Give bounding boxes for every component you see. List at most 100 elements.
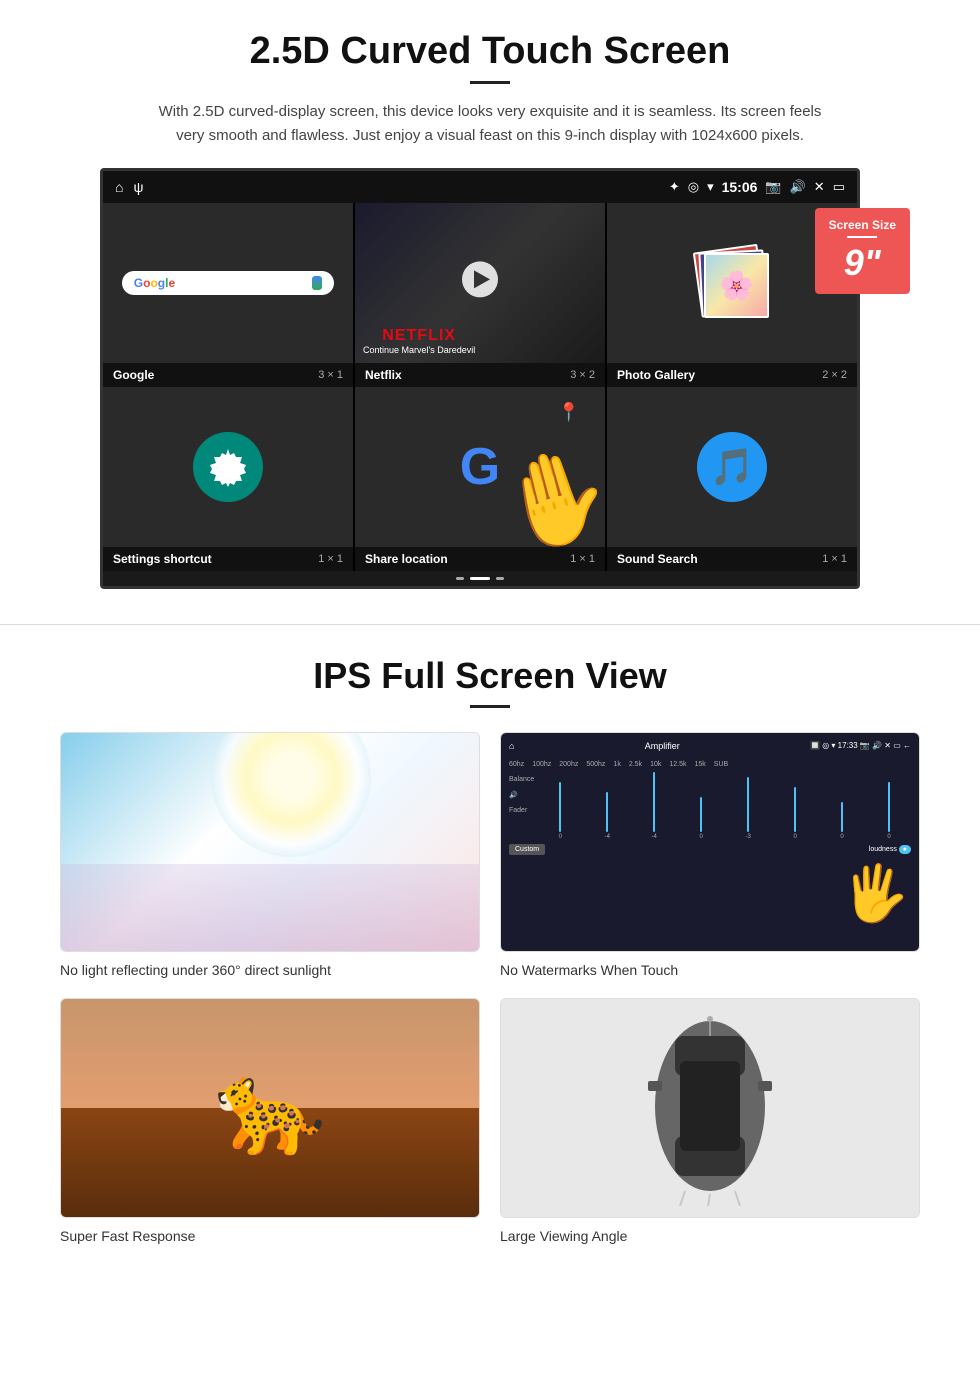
section-curved-screen: 2.5D Curved Touch Screen With 2.5D curve…	[0, 0, 980, 614]
sunlight-label: No light reflecting under 360° direct su…	[60, 962, 480, 978]
netflix-app-name: Netflix	[365, 368, 402, 382]
nav-dot-3	[496, 577, 504, 580]
sound-search-app-size: 1 × 1	[822, 553, 847, 565]
volume-icon: 🔊	[790, 179, 806, 195]
cheetah-label: Super Fast Response	[60, 1228, 480, 1244]
eq-slider-7	[841, 802, 843, 832]
netflix-subtitle: Continue Marvel's Daredevil	[363, 345, 475, 355]
google-mic-icon	[312, 276, 322, 290]
eq-bar-4: 0	[679, 797, 723, 840]
cheetah-image: 🐆	[60, 998, 480, 1218]
nav-dots	[103, 571, 857, 586]
home-icon: ⌂	[115, 179, 123, 195]
minimize-icon: ▭	[833, 179, 845, 195]
car-image	[500, 998, 920, 1218]
netflix-app-cell[interactable]: NETFLIX Continue Marvel's Daredevil	[355, 203, 605, 363]
flower-icon: 🌸	[719, 269, 754, 302]
sound-search-cell[interactable]: 🎵	[607, 387, 857, 547]
photo-gallery-app-name: Photo Gallery	[617, 368, 695, 382]
status-right: ✦ ◎ ▾ 15:06 📷 🔊 ✕ ▭	[669, 179, 845, 195]
sun-glow-effect	[211, 733, 371, 857]
badge-size: 9"	[829, 242, 896, 284]
google-app-size: 3 × 1	[318, 369, 343, 381]
google-search-bar[interactable]: Google	[122, 271, 335, 295]
eq-bar-7: 0	[820, 802, 864, 840]
status-left: ⌂ ψ	[115, 179, 143, 195]
car-topdown-svg	[630, 1006, 790, 1206]
google-label: Google 3 × 1	[103, 363, 353, 387]
eq-slider-3	[653, 772, 655, 832]
amplifier-label: No Watermarks When Touch	[500, 962, 920, 978]
app-grid-row1: Google NETFLIX Continue Marvel's Daredev…	[103, 203, 857, 363]
amp-labels: Balance 🔊 Fader	[509, 772, 534, 840]
eq-slider-8	[888, 782, 890, 832]
sunlight-visual	[61, 733, 479, 951]
netflix-play-button[interactable]	[462, 261, 498, 297]
eq-bar-3: -4	[632, 772, 676, 840]
photo-gallery-label: Photo Gallery 2 × 2	[607, 363, 857, 387]
eq-slider-6	[794, 787, 796, 832]
section2-divider	[470, 705, 510, 708]
eq-bar-1: 0	[538, 782, 582, 840]
section1-title: 2.5D Curved Touch Screen	[60, 30, 920, 73]
label-row1: Google 3 × 1 Netflix 3 × 2 Photo Gallery…	[103, 363, 857, 387]
amp-controls: Balance 🔊 Fader 0 -4 -4 0 -3 0 0	[509, 772, 911, 840]
feature-amplifier: ⌂ Amplifier 🔲 ◎ ▾ 17:33 📷 🔊 ✕ ▭ ← 60hz10…	[500, 732, 920, 978]
bluetooth-icon: ✦	[669, 179, 680, 195]
feature-grid: No light reflecting under 360° direct su…	[60, 732, 920, 1244]
photo-gallery-app-size: 2 × 2	[822, 369, 847, 381]
netflix-logo: NETFLIX	[363, 327, 475, 345]
settings-icon-wrap	[193, 432, 263, 502]
page-divider	[0, 624, 980, 625]
feature-car: Large Viewing Angle	[500, 998, 920, 1244]
title-divider	[470, 81, 510, 84]
app-grid-row2: G 📍 🤚 🎵	[103, 387, 857, 547]
eq-bar-8: 0	[867, 782, 911, 840]
eq-slider-2	[606, 792, 608, 832]
amplifier-visual: ⌂ Amplifier 🔲 ◎ ▾ 17:33 📷 🔊 ✕ ▭ ← 60hz10…	[501, 733, 919, 951]
amp-loudness: loudness ●	[869, 846, 911, 853]
nav-dot-2-active	[470, 577, 490, 580]
status-bar: ⌂ ψ ✦ ◎ ▾ 15:06 📷 🔊 ✕ ▭	[103, 171, 857, 203]
location-icon: ◎	[688, 179, 699, 195]
share-location-app-size: 1 × 1	[570, 553, 595, 565]
eq-slider-5	[747, 777, 749, 832]
car-body	[630, 1006, 790, 1211]
screen-size-badge: Screen Size 9"	[815, 208, 910, 294]
wifi-icon: ▾	[707, 179, 714, 195]
sunlight-image	[60, 732, 480, 952]
netflix-label: Netflix 3 × 2	[355, 363, 605, 387]
usb-icon: ψ	[133, 179, 143, 195]
sound-label: Sound Search 1 × 1	[607, 547, 857, 571]
label-row2: Settings shortcut 1 × 1 Share location 1…	[103, 547, 857, 571]
feature-cheetah: 🐆 Super Fast Response	[60, 998, 480, 1244]
eq-bar-2: -4	[585, 792, 629, 840]
amp-home-icon: ⌂	[509, 741, 514, 751]
eq-bars: 0 -4 -4 0 -3 0 0 0	[538, 772, 911, 840]
google-app-cell[interactable]: Google	[103, 203, 353, 363]
share-location-app-name: Share location	[365, 552, 448, 566]
amp-freq-labels: 60hz100hz200hz500hz1k2.5k10k12.5k15kSUB	[509, 757, 911, 772]
eq-slider-4	[700, 797, 702, 832]
gear-icon	[208, 447, 248, 487]
car-visual	[501, 999, 919, 1217]
settings-app-cell[interactable]	[103, 387, 353, 547]
badge-label: Screen Size	[829, 218, 896, 232]
google-app-name: Google	[113, 368, 154, 382]
cheetah-visual: 🐆	[61, 999, 479, 1217]
feature-sunlight: No light reflecting under 360° direct su…	[60, 732, 480, 978]
photo-card-3: 🌸	[704, 253, 769, 318]
section2-title: IPS Full Screen View	[60, 655, 920, 697]
share-location-cell[interactable]: G 📍 🤚	[355, 387, 605, 547]
section-ips-screen: IPS Full Screen View No light reflecting…	[0, 655, 980, 1284]
google-logo: Google	[134, 276, 175, 290]
settings-app-size: 1 × 1	[318, 553, 343, 565]
eq-slider-1	[559, 782, 561, 832]
maps-pin-icon: 📍	[558, 402, 580, 423]
share-label: Share location 1 × 1	[355, 547, 605, 571]
amplifier-image: ⌂ Amplifier 🔲 ◎ ▾ 17:33 📷 🔊 ✕ ▭ ← 60hz10…	[500, 732, 920, 952]
netflix-app-size: 3 × 2	[570, 369, 595, 381]
cheetah-emoji: 🐆	[214, 1056, 326, 1161]
amp-custom-btn: Custom	[509, 844, 545, 855]
nav-dot-1	[456, 577, 464, 580]
